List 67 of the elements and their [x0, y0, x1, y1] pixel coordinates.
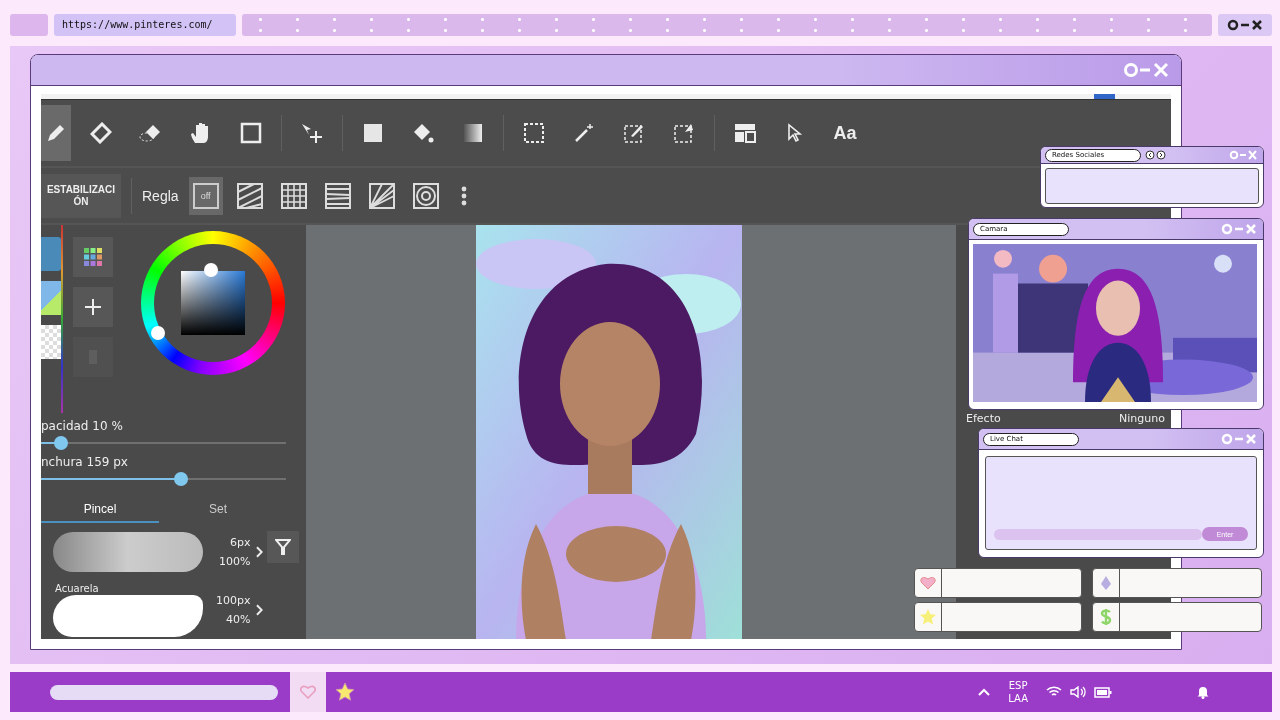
- ruler-label: Regla: [142, 187, 179, 204]
- add-button[interactable]: [73, 287, 113, 327]
- color-swatch[interactable]: [41, 281, 61, 315]
- brush-tab[interactable]: Pincel: [41, 497, 159, 523]
- filter-icon: [275, 539, 291, 555]
- search-field[interactable]: [50, 684, 278, 700]
- layers-icon: [733, 122, 757, 144]
- palette-button[interactable]: [73, 237, 113, 277]
- concentric-circles-icon: [412, 182, 439, 209]
- brush-item[interactable]: Acuarela 100px 40%: [41, 581, 263, 639]
- effect-label: Efecto: [966, 413, 1001, 425]
- effect-value: Ninguno: [1119, 413, 1165, 425]
- arrow-buttons-icon[interactable]: [1145, 150, 1167, 160]
- perspective-lines-icon: [324, 182, 351, 209]
- window-controls-icon[interactable]: [1227, 19, 1263, 31]
- parallel-lines-icon: [236, 182, 263, 209]
- pencil-icon: [45, 122, 67, 144]
- cursor-icon: [786, 123, 804, 143]
- slider-thumb[interactable]: [173, 471, 188, 486]
- diamond-icon: [1100, 575, 1112, 591]
- heart-icon: [920, 576, 936, 590]
- off-ruler-button[interactable]: off: [188, 176, 223, 215]
- square-icon: [240, 122, 262, 144]
- gradient-icon: [462, 122, 484, 144]
- star-icon: [919, 608, 937, 626]
- color-wheel-tab[interactable]: [41, 237, 61, 271]
- battery-icon[interactable]: [1094, 686, 1112, 698]
- magic-wand-icon: [573, 122, 595, 144]
- volume-icon[interactable]: [1070, 686, 1086, 698]
- width-label: nchura 159 px: [41, 454, 129, 470]
- brush-tab[interactable]: Set: [159, 497, 277, 523]
- brush-opacity: 100%: [218, 555, 251, 568]
- selection-icon: [523, 122, 545, 144]
- chevron-up-icon[interactable]: [978, 688, 991, 696]
- brush-name: Acuarela: [55, 583, 100, 595]
- brush-opacity: 40%: [225, 613, 251, 626]
- palette-grid-icon: [83, 247, 103, 267]
- message-field[interactable]: [994, 528, 1202, 540]
- notification-icon[interactable]: [1196, 685, 1210, 699]
- brush-item[interactable]: 6px 100%: [41, 523, 263, 581]
- pen-selection-icon: [623, 122, 645, 144]
- stabilizer-button[interactable]: ESTABILIZACIÓN: [41, 173, 121, 218]
- dollar-icon: [1100, 608, 1112, 626]
- plus-icon: [84, 298, 102, 316]
- brush-size: 100px: [215, 594, 251, 607]
- more-icon[interactable]: [460, 185, 467, 206]
- language-code[interactable]: ESP: [1008, 679, 1028, 692]
- radial-lines-icon: [368, 182, 395, 209]
- transparent-swatch[interactable]: [41, 325, 61, 359]
- eraser-icon: [90, 122, 112, 144]
- brush-size: 6px: [229, 536, 251, 549]
- move-icon: [300, 122, 324, 144]
- chevron-icon: [256, 546, 263, 558]
- chevron-icon: [256, 604, 263, 616]
- transform-icon: [673, 122, 695, 144]
- star-icon[interactable]: [335, 682, 355, 702]
- slider-thumb[interactable]: [53, 435, 68, 450]
- opacity-label: pacidad 10 %: [41, 418, 124, 434]
- wifi-icon[interactable]: [1046, 686, 1062, 698]
- pencil-tool[interactable]: [41, 105, 71, 161]
- address-bar[interactable]: https://www.pinteres.com/: [54, 14, 236, 36]
- heart-icon: [300, 685, 316, 699]
- filter-button[interactable]: [267, 531, 299, 563]
- keyboard-layout[interactable]: LAA: [1008, 692, 1028, 705]
- text-tool[interactable]: Aa: [825, 113, 865, 153]
- filled-square-icon: [362, 122, 384, 144]
- grid-icon: [280, 182, 307, 209]
